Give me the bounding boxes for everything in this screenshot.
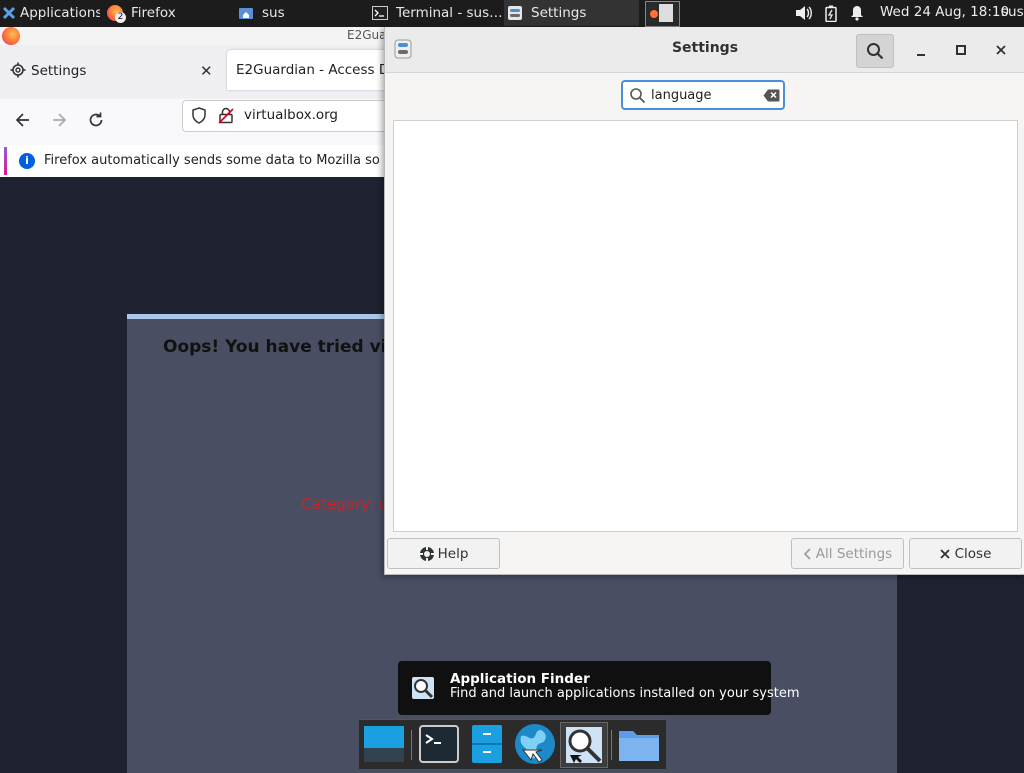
panel-user[interactable]: sus: [1001, 4, 1024, 20]
terminal-icon: [419, 725, 459, 763]
forward-arrow-icon[interactable]: [50, 111, 68, 133]
url-bar[interactable]: virtualbox.org: [182, 100, 394, 132]
top-panel: Applications ⋮ 2 Firefox sus Terminal - …: [0, 0, 1024, 27]
clear-search-icon[interactable]: [763, 89, 780, 106]
bottom-dock: [359, 719, 666, 769]
dock-separator: [611, 730, 612, 760]
file-manager-launcher[interactable]: [464, 722, 510, 766]
panel-clock[interactable]: Wed 24 Aug, 18:10: [880, 4, 1009, 20]
maximize-button[interactable]: [947, 37, 975, 63]
tooltip-description: Find and launch applications installed o…: [450, 686, 800, 701]
file-cabinet-icon: [472, 725, 502, 763]
close-window-button[interactable]: [987, 37, 1015, 63]
terminal-launcher[interactable]: [416, 722, 462, 766]
close-x-icon: [939, 548, 950, 559]
terminal-icon: [372, 5, 388, 21]
search-toggle-button[interactable]: [856, 34, 894, 68]
help-button[interactable]: Help: [387, 538, 500, 569]
tab-settings[interactable]: Settings ✕: [0, 52, 224, 90]
taskbar-label: Firefox: [131, 5, 176, 21]
lock-warning-icon: [218, 107, 234, 128]
minimize-button[interactable]: [907, 37, 935, 63]
window-count-badge: 2: [115, 12, 126, 23]
taskbar-label: Settings: [531, 5, 587, 21]
close-label: Close: [954, 545, 992, 562]
workspace-window-thumb: [659, 4, 673, 22]
globe-icon: [515, 724, 555, 764]
gear-icon: [10, 62, 26, 82]
info-bar-text: Firefox automatically sends some data to…: [44, 153, 426, 168]
workspace-switcher[interactable]: [645, 1, 680, 27]
workspace-firefox-thumb: [650, 10, 658, 18]
applications-menu[interactable]: Applications ⋮: [2, 0, 100, 26]
tab-e2guardian[interactable]: E2Guardian - Access Den: [227, 50, 407, 90]
taskbar-label: sus: [262, 5, 285, 21]
taskbar-item-firefox[interactable]: 2 Firefox: [103, 0, 237, 26]
home-folder-icon: [238, 5, 254, 21]
dock-separator: [411, 730, 412, 760]
firefox-logo-icon: [2, 27, 20, 45]
maximize-icon: [956, 45, 966, 55]
settings-header-bar: Settings: [385, 27, 1024, 73]
taskbar-item-sus[interactable]: sus: [236, 0, 368, 26]
chevron-left-icon: [803, 547, 811, 560]
url-text: virtualbox.org: [244, 107, 338, 123]
app-finder-icon: [411, 676, 435, 704]
shield-icon: [191, 107, 207, 128]
show-desktop-button[interactable]: [361, 722, 407, 766]
taskbar-item-settings[interactable]: Settings: [504, 0, 639, 26]
volume-icon[interactable]: [795, 5, 812, 21]
search-input[interactable]: [651, 86, 755, 104]
firefox-icon: 2: [107, 5, 126, 23]
tab-e2guardian-label: E2Guardian - Access Den: [236, 62, 407, 78]
xfce-logo-icon: [2, 6, 16, 20]
folder-icon: [619, 731, 659, 761]
settings-app-icon: [507, 5, 523, 21]
notifications-bell-icon[interactable]: [850, 5, 866, 21]
battery-icon[interactable]: [824, 5, 840, 23]
tab-close-icon[interactable]: ✕: [200, 62, 213, 80]
taskbar-item-terminal[interactable]: Terminal - sus…: [369, 0, 504, 26]
home-folder-launcher[interactable]: [616, 722, 662, 766]
firefox-window-title: E2Gua: [347, 28, 387, 42]
web-browser-launcher[interactable]: [512, 722, 558, 766]
taskbar-label: Terminal - sus…: [396, 5, 503, 21]
all-settings-button[interactable]: All Settings: [791, 538, 904, 569]
help-label: Help: [437, 545, 469, 562]
search-results-area: [393, 120, 1018, 532]
settings-dialog: Settings Help: [384, 27, 1024, 575]
search-icon: [629, 87, 646, 108]
all-settings-label: All Settings: [815, 545, 893, 562]
info-bar-accent: [4, 147, 7, 175]
info-icon: i: [19, 153, 35, 169]
app-finder-icon: [566, 727, 602, 763]
minimize-icon: [917, 54, 925, 56]
close-icon: [996, 45, 1006, 55]
app-finder-launcher[interactable]: [560, 722, 608, 768]
tab-settings-label: Settings: [31, 63, 87, 79]
close-button[interactable]: Close: [909, 538, 1022, 569]
back-arrow-icon[interactable]: [14, 111, 32, 133]
search-icon: [866, 42, 884, 64]
show-desktop-icon: [364, 726, 404, 762]
app-finder-tooltip: Application Finder Find and launch appli…: [398, 661, 800, 715]
help-lifebuoy-icon: [419, 546, 435, 562]
block-heading: Oops! You have tried visi: [163, 337, 403, 357]
settings-search-entry[interactable]: [621, 80, 785, 110]
tooltip-title: Application Finder: [450, 671, 590, 687]
applications-label: Applications: [20, 5, 100, 21]
reload-icon[interactable]: [87, 111, 105, 133]
